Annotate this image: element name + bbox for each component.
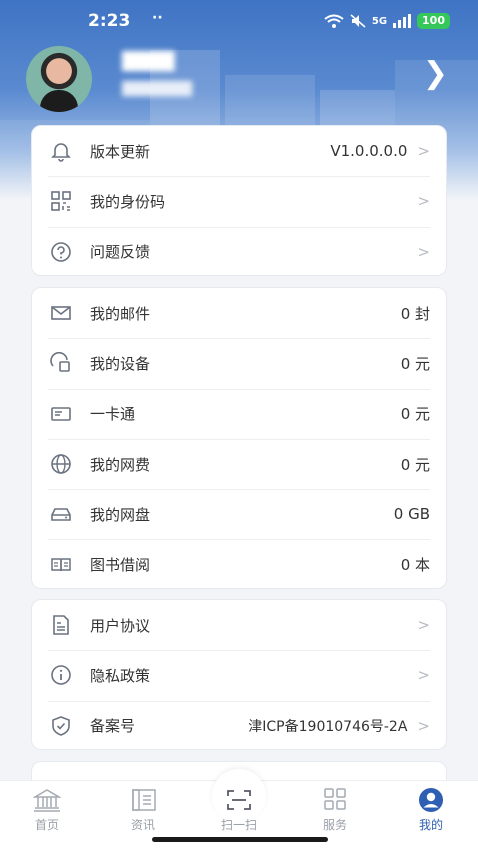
- menu-item-label: 我的网费: [90, 455, 151, 474]
- chevron-right-icon: >: [417, 716, 430, 735]
- menu-item-label: 一卡通: [90, 405, 136, 424]
- scan-icon: [199, 787, 279, 813]
- menu-item-value: 0 GB: [393, 505, 430, 524]
- tab-label: 扫一扫: [220, 818, 257, 832]
- news-icon: [103, 787, 183, 813]
- card-icon: [48, 401, 74, 427]
- signal-icon: [393, 14, 412, 28]
- menu-item-agreement[interactable]: 用户协议 >: [32, 600, 446, 650]
- menu-item-version[interactable]: 版本更新 V1.0.0.0.0 >: [32, 126, 446, 176]
- avatar[interactable]: [26, 46, 92, 112]
- menu-item-privacy[interactable]: 隐私政策 >: [32, 650, 446, 700]
- wifi-icon: [324, 14, 344, 28]
- book-icon: [48, 552, 74, 578]
- mail-icon: [48, 300, 74, 326]
- menu-item-value: 0 元: [400, 455, 430, 474]
- menu-item-netfee[interactable]: 我的网费 0 元: [32, 438, 446, 489]
- user-profile-icon: [391, 787, 471, 813]
- menu-item-label: 我的网盘: [90, 505, 151, 524]
- tab-label: 首页: [34, 818, 59, 832]
- battery-indicator: 100: [417, 13, 450, 29]
- disk-icon: [48, 501, 74, 527]
- menu-item-netdisk[interactable]: 我的网盘 0 GB: [32, 489, 446, 539]
- menu-item-library[interactable]: 图书借阅 0 本: [32, 539, 446, 588]
- tab-label: 我的: [418, 818, 443, 832]
- menu-item-label: 隐私政策: [90, 666, 151, 685]
- version-value: V1.0.0.0.0: [330, 142, 408, 161]
- menu-item-feedback[interactable]: 问题反馈 >: [32, 226, 446, 275]
- user-name: ████: [122, 52, 175, 72]
- tab-home[interactable]: 首页: [7, 787, 87, 833]
- mute-icon: [350, 14, 366, 28]
- menu-item-label: 我的邮件: [90, 304, 151, 323]
- profile-chevron-right-icon[interactable]: ❯: [423, 56, 448, 91]
- chevron-right-icon: >: [417, 192, 430, 211]
- settings-card: 版本更新 V1.0.0.0.0 > 我的身份码 > 问题反馈 >: [31, 125, 447, 276]
- bell-icon: [48, 138, 74, 164]
- tab-news[interactable]: 资讯: [103, 787, 183, 833]
- menu-item-card[interactable]: 一卡通 0 元: [32, 388, 446, 439]
- menu-item-label: 图书借阅: [90, 556, 151, 575]
- tab-scan[interactable]: 扫一扫: [199, 787, 279, 833]
- menu-item-idcode[interactable]: 我的身份码 >: [32, 176, 446, 226]
- menu-item-label: 用户协议: [90, 616, 151, 635]
- chevron-right-icon: >: [417, 242, 430, 261]
- home-building-icon: [7, 787, 87, 813]
- menu-item-value: 0 本: [400, 556, 430, 575]
- user-id: ███████: [122, 82, 192, 97]
- qr-code-icon: [48, 188, 74, 214]
- tab-service[interactable]: 服务: [295, 787, 375, 833]
- status-bar: 2:23 ·· 5G 100: [0, 0, 478, 44]
- menu-item-value: 0 封: [400, 304, 430, 323]
- legal-card: 用户协议 > 隐私政策 > 备案号 津ICP备19010746号-2A >: [31, 599, 447, 750]
- chevron-right-icon: >: [417, 616, 430, 635]
- menu-item-value: 0 元: [400, 354, 430, 373]
- menu-item-device[interactable]: 我的设备 0 元: [32, 338, 446, 388]
- shield-icon: [48, 713, 74, 739]
- chevron-right-icon: >: [417, 666, 430, 685]
- stats-card: 我的邮件 0 封 我的设备 0 元 一卡通 0 元 我的网费 0 元 我的网盘 …: [31, 287, 447, 589]
- menu-item-label: 版本更新: [90, 142, 151, 161]
- home-indicator: [152, 837, 328, 842]
- menu-item-value: 0 元: [400, 405, 430, 424]
- status-icons: 5G 100: [324, 13, 450, 29]
- menu-item-label: 我的设备: [90, 354, 151, 373]
- menu-item-label: 问题反馈: [90, 243, 151, 262]
- grid-icon: [295, 787, 375, 813]
- status-time: 2:23: [88, 11, 131, 31]
- question-icon: [48, 239, 74, 265]
- globe-icon: [48, 451, 74, 477]
- device-icon: [48, 350, 74, 376]
- document-icon: [48, 612, 74, 638]
- menu-item-label: 备案号: [90, 717, 136, 736]
- menu-item-mail[interactable]: 我的邮件 0 封: [32, 288, 446, 338]
- profile-header[interactable]: ████ ███████ ❯: [0, 44, 478, 114]
- tab-label: 资讯: [130, 818, 155, 832]
- info-icon: [48, 662, 74, 688]
- menu-item-icp[interactable]: 备案号 津ICP备19010746号-2A >: [32, 700, 446, 749]
- tab-mine[interactable]: 我的: [391, 787, 471, 833]
- status-dots: ··: [152, 10, 163, 26]
- menu-item-label: 我的身份码: [90, 192, 166, 211]
- network-type: 5G: [371, 15, 388, 27]
- icp-number: 津ICP备19010746号-2A: [248, 718, 408, 735]
- chevron-right-icon: >: [417, 142, 430, 161]
- tab-label: 服务: [322, 818, 347, 832]
